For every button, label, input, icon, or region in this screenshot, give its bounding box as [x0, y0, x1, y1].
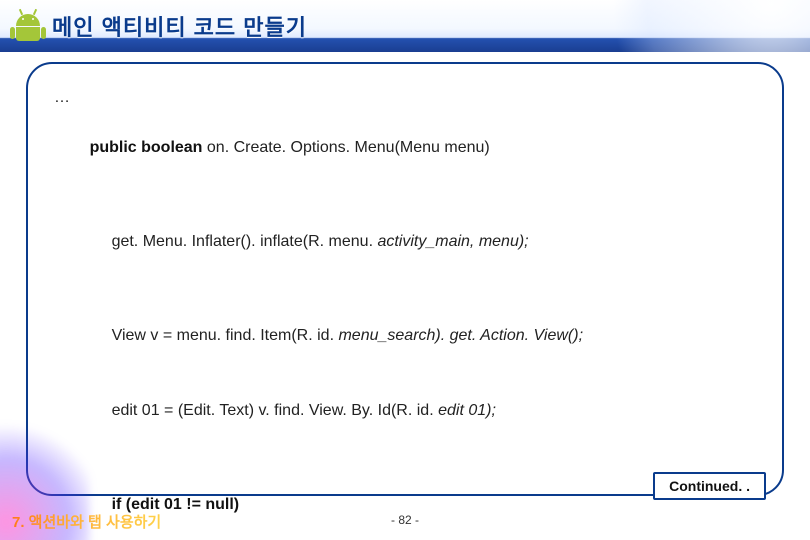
code-line: edit 01 = (Edit. Text) v. find. View. By… [54, 374, 756, 448]
content-frame: … public boolean on. Create. Options. Me… [26, 62, 784, 496]
android-icon [14, 10, 42, 42]
slide-title: 메인 액티비티 코드 만들기 [52, 10, 307, 42]
code-line: … [54, 86, 756, 111]
code-line: View v = menu. find. Item(R. id. menu_se… [54, 300, 756, 374]
code-line: public boolean on. Create. Options. Menu… [54, 111, 756, 185]
italic-text: activity_main, menu); [377, 233, 528, 250]
slide: 메인 액티비티 코드 만들기 … public boolean on. Crea… [0, 0, 810, 540]
header-decor [550, 0, 810, 52]
text: on. Create. Options. Menu(Menu menu) [207, 139, 490, 156]
code-line: get. Menu. Inflater(). inflate(R. menu. … [54, 205, 756, 279]
page-number: - 82 - [391, 513, 419, 527]
header-bar: 메인 액티비티 코드 만들기 [0, 0, 810, 52]
code-block: … public boolean on. Create. Options. Me… [54, 86, 756, 540]
text: edit 01 [112, 402, 160, 419]
text: View v = menu. find. Item(R. id. [112, 327, 339, 344]
continued-badge: Continued. . [653, 472, 766, 500]
italic-text: menu_search). get. Action. View(); [338, 327, 583, 344]
footer: - 82 - [0, 508, 810, 532]
text: get. Menu. Inflater(). inflate(R. menu. [112, 233, 378, 250]
keyword: public boolean [90, 139, 207, 156]
text: = (Edit. Text) v. find. View. By. Id(R. … [160, 402, 438, 419]
italic-text: edit 01); [438, 402, 496, 419]
